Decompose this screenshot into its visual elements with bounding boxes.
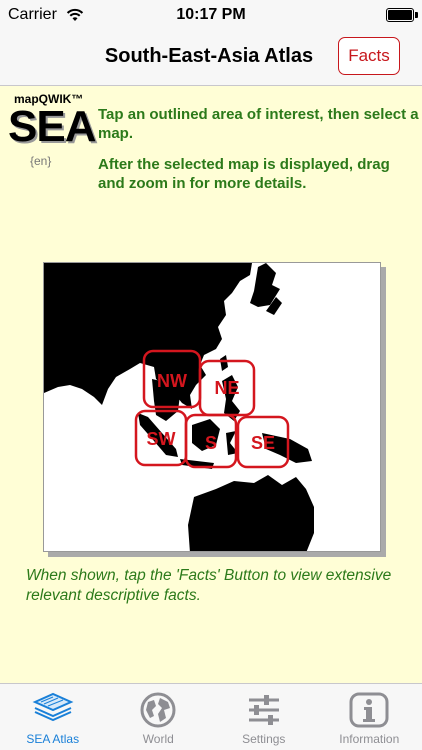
- taiwan-landmass: [220, 355, 228, 371]
- tab-label: Information: [339, 732, 400, 746]
- tab-bar: SEA Atlas World Settings Information: [0, 683, 422, 750]
- logo-language: {en}: [30, 154, 52, 168]
- info-icon: [349, 692, 389, 728]
- svg-text:S: S: [205, 433, 217, 453]
- battery-icon: [386, 8, 414, 22]
- globe-icon: [140, 692, 176, 728]
- tab-label: World: [142, 732, 174, 746]
- tab-label: Settings: [242, 732, 286, 746]
- mapqwik-logo: mapQWIK™ SEA {en}: [6, 92, 98, 172]
- map-canvas: NW NE SW S SE: [44, 263, 314, 551]
- layers-icon: [32, 692, 74, 722]
- tab-label: SEA Atlas: [26, 732, 80, 746]
- svg-text:NE: NE: [214, 378, 239, 398]
- tab-sea-atlas[interactable]: SEA Atlas: [0, 684, 106, 750]
- tab-world[interactable]: World: [106, 684, 212, 750]
- logo-sea: SEA: [8, 102, 96, 151]
- instruction-zoom: After the selected map is displayed, dra…: [98, 156, 390, 192]
- instruction-select: Tap an outlined area of interest, then s…: [98, 106, 419, 142]
- navigation-bar: South-East-Asia Atlas Facts: [0, 30, 422, 86]
- region-map[interactable]: NW NE SW S SE: [43, 262, 381, 552]
- clock: 10:17 PM: [176, 6, 246, 23]
- svg-text:SW: SW: [147, 429, 176, 449]
- facts-hint: When shown, tap the 'Facts' Button to vi…: [26, 567, 392, 604]
- tab-information[interactable]: Information: [317, 684, 422, 750]
- facts-button[interactable]: Facts: [338, 37, 400, 75]
- svg-text:SE: SE: [251, 433, 275, 453]
- battery-tip: [415, 12, 418, 18]
- tab-settings[interactable]: Settings: [211, 684, 317, 750]
- svg-text:NW: NW: [157, 371, 187, 391]
- status-bar: Carrier 10:17 PM: [0, 0, 422, 30]
- sliders-icon: [248, 695, 279, 725]
- australia-landmass: [188, 475, 314, 551]
